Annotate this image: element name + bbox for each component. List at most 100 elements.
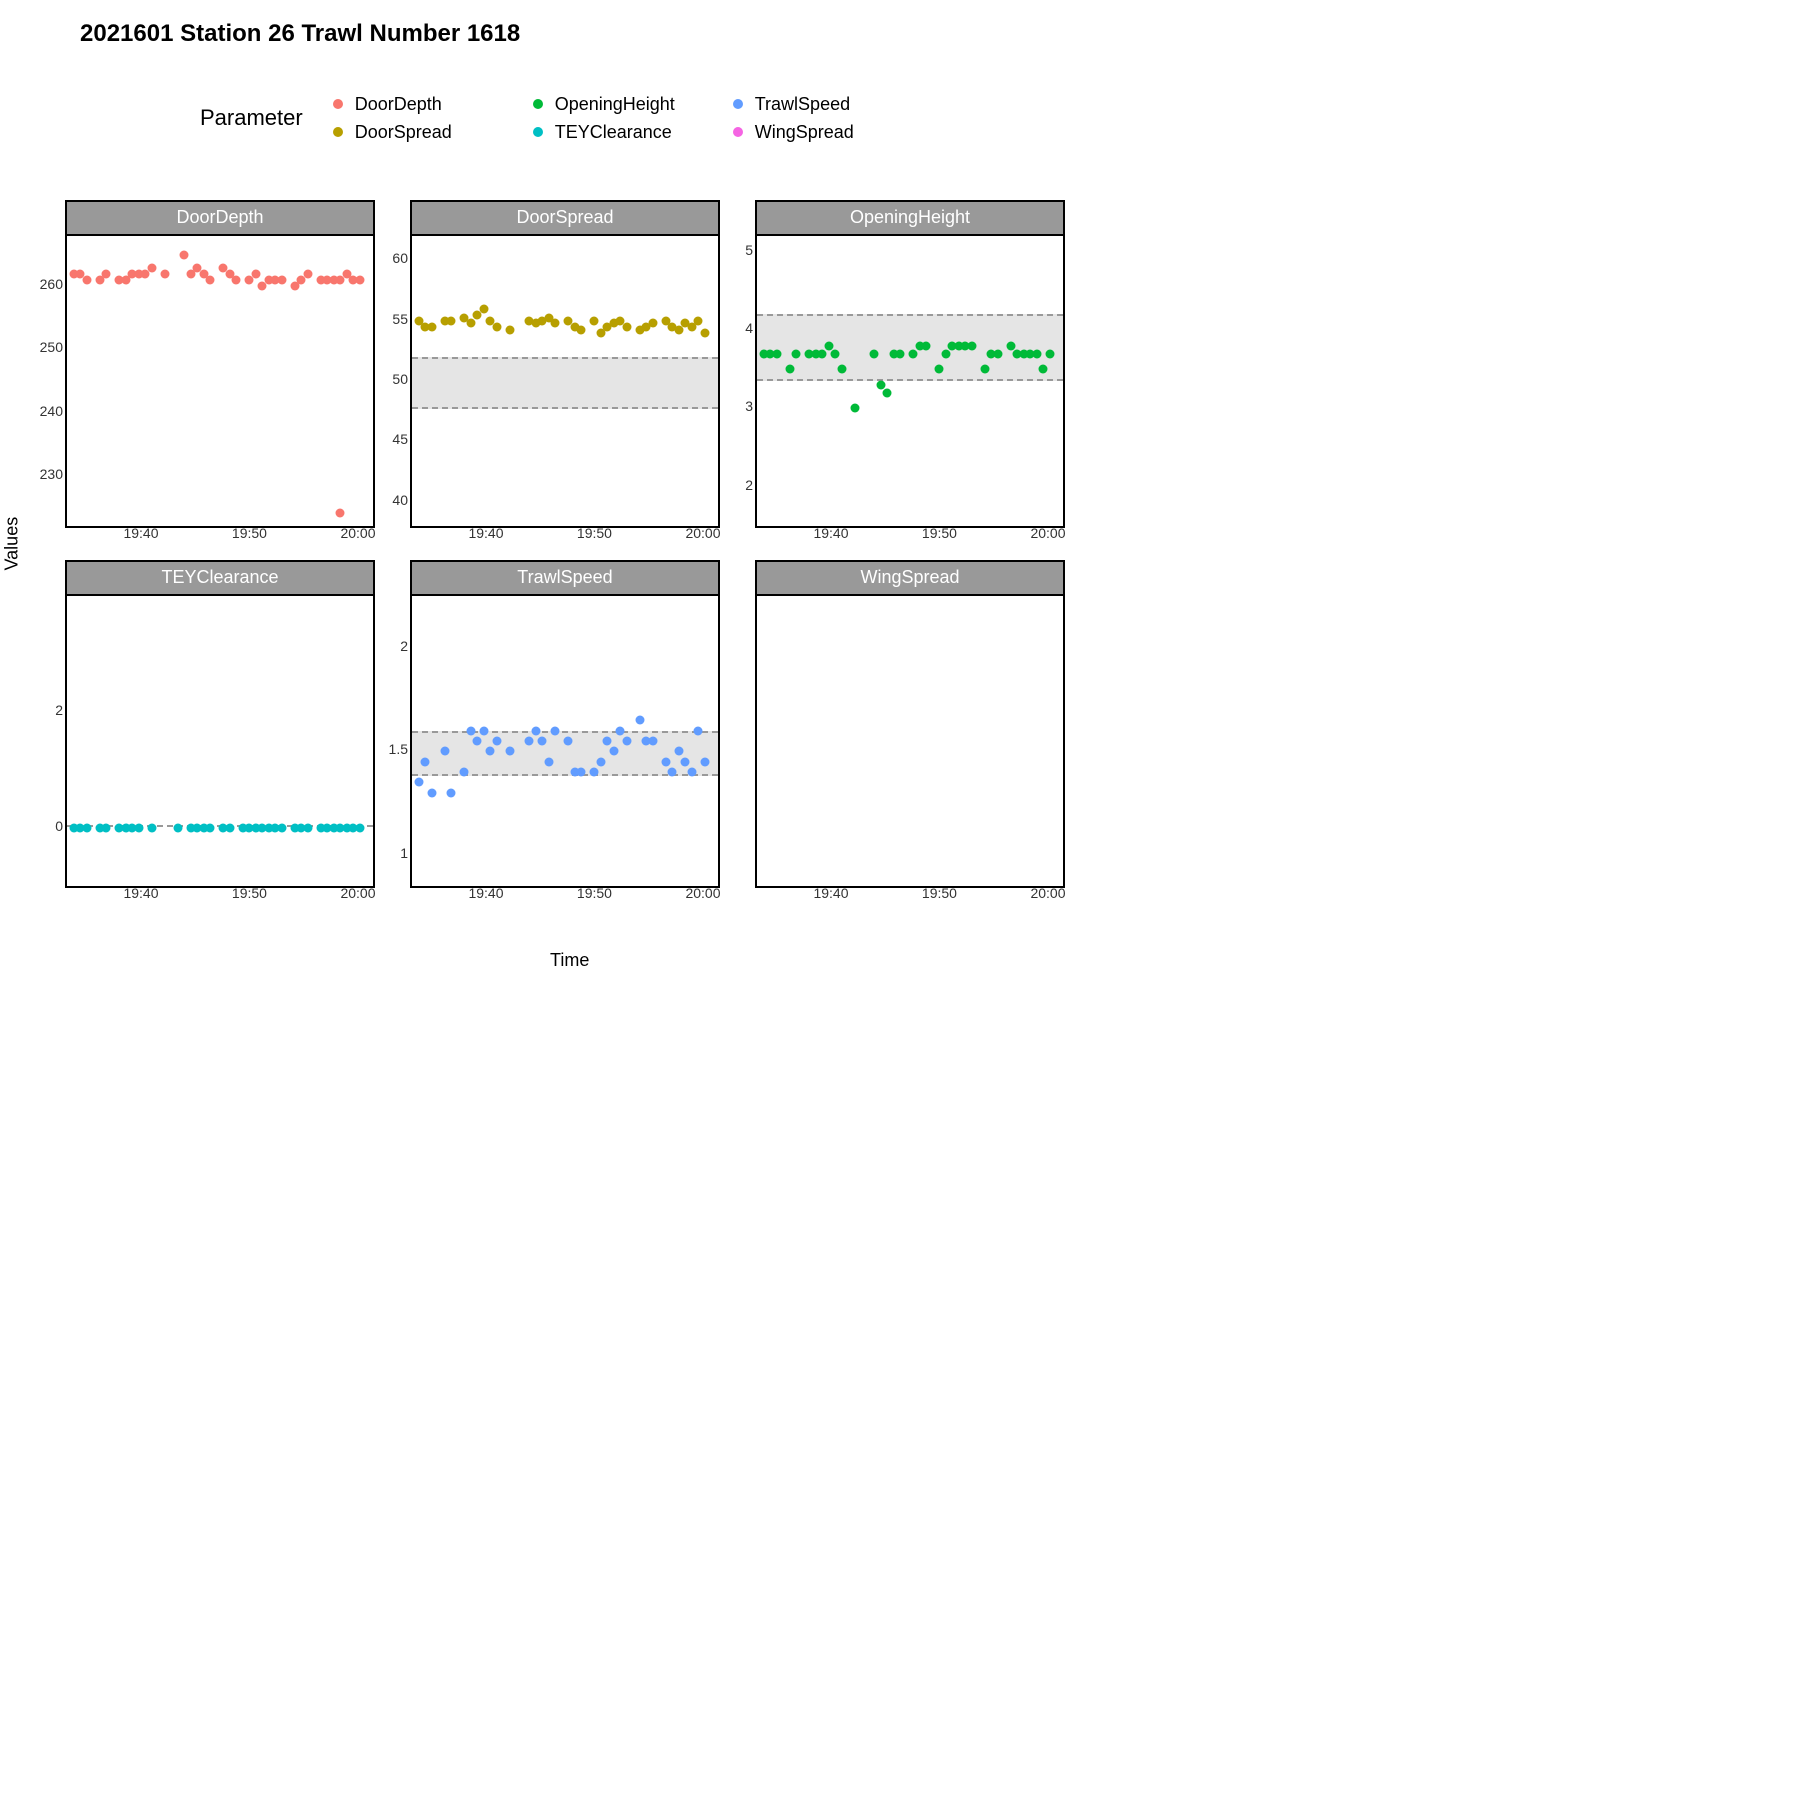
facet-panel: DoorDepth23024025026019:4019:5020:00: [65, 200, 375, 540]
y-tick-label: 2: [745, 477, 753, 493]
x-axis: 19:4019:5020:00: [65, 525, 375, 545]
data-point: [82, 824, 91, 833]
data-point: [277, 824, 286, 833]
x-tick-label: 19:50: [922, 885, 957, 901]
data-point: [180, 250, 189, 259]
legend-dot-icon: [333, 127, 343, 137]
data-point: [850, 404, 859, 413]
data-point: [147, 263, 156, 272]
y-tick-label: 55: [392, 311, 408, 327]
legend-dot-icon: [333, 99, 343, 109]
y-tick-label: 2: [400, 638, 408, 654]
x-tick-label: 19:40: [813, 525, 848, 541]
x-tick-label: 19:40: [468, 525, 503, 541]
data-point: [447, 316, 456, 325]
data-point: [505, 747, 514, 756]
data-point: [492, 737, 501, 746]
panel-plot-area: [755, 234, 1065, 528]
x-tick-label: 20:00: [340, 885, 375, 901]
x-tick-label: 19:40: [468, 885, 503, 901]
data-point: [355, 824, 364, 833]
data-point: [277, 276, 286, 285]
facet-strip-label: TEYClearance: [65, 560, 375, 594]
data-point: [206, 276, 215, 285]
data-point: [473, 737, 482, 746]
x-tick-label: 20:00: [685, 885, 720, 901]
y-tick-label: 240: [40, 403, 63, 419]
legend-dot-icon: [533, 127, 543, 137]
data-point: [818, 349, 827, 358]
data-point: [792, 349, 801, 358]
facet-panel: TrawlSpeed11.5219:4019:5020:00: [410, 560, 720, 900]
y-axis: 230240250260: [27, 234, 63, 524]
data-point: [427, 322, 436, 331]
data-point: [551, 319, 560, 328]
legend-dot-icon: [533, 99, 543, 109]
data-point: [544, 757, 553, 766]
data-point: [447, 788, 456, 797]
data-point: [414, 778, 423, 787]
facet-strip-label: DoorSpread: [410, 200, 720, 234]
data-point: [681, 757, 690, 766]
data-point: [505, 326, 514, 335]
legend-item: OpeningHeight: [533, 90, 713, 118]
facet-strip-label: TrawlSpeed: [410, 560, 720, 594]
data-point: [993, 349, 1002, 358]
y-axis: 4045505560: [372, 234, 408, 524]
panel-plot-area: [65, 234, 375, 528]
data-point: [941, 349, 950, 358]
data-point: [590, 316, 599, 325]
x-axis: 19:40 19:50 20:00: [755, 525, 1065, 545]
legend-item: DoorDepth: [333, 90, 513, 118]
data-point: [980, 365, 989, 374]
y-tick-label: 230: [40, 466, 63, 482]
data-point: [622, 322, 631, 331]
data-point: [303, 269, 312, 278]
y-tick-label: 4: [745, 320, 753, 336]
data-point: [225, 824, 234, 833]
data-point: [492, 322, 501, 331]
figure-container: 2021601 Station 26 Trawl Number 1618 Par…: [0, 0, 1000, 1000]
data-point: [831, 349, 840, 358]
x-tick-label: 20:00: [1030, 885, 1065, 901]
data-point: [1045, 349, 1054, 358]
x-axis: 19:4019:5020:00: [410, 525, 720, 545]
y-axis: 11.52: [372, 594, 408, 884]
x-tick-label: 19:50: [922, 525, 957, 541]
x-tick-label: 19:40: [813, 885, 848, 901]
y-axis-label: Values: [2, 517, 23, 571]
x-axis: 19:40 19:50 20:00: [755, 885, 1065, 905]
legend-item-label: WingSpread: [755, 122, 854, 143]
data-point: [525, 737, 534, 746]
data-point: [538, 737, 547, 746]
data-point: [661, 757, 670, 766]
data-point: [479, 726, 488, 735]
data-point: [596, 757, 605, 766]
data-point: [421, 757, 430, 766]
data-point: [82, 276, 91, 285]
data-point: [694, 726, 703, 735]
data-point: [590, 768, 599, 777]
x-axis: 19:4019:5020:00: [410, 885, 720, 905]
y-tick-label: 2: [55, 702, 63, 718]
data-point: [355, 276, 364, 285]
facet-panel: OpeningHeight234519:4019:5020:00: [755, 200, 1065, 540]
x-axis: 19:4019:5020:00: [65, 885, 375, 905]
data-point: [1039, 365, 1048, 374]
y-tick-label: 250: [40, 339, 63, 355]
data-point: [303, 824, 312, 833]
data-point: [694, 316, 703, 325]
data-point: [147, 824, 156, 833]
data-point: [648, 737, 657, 746]
x-tick-label: 19:40: [123, 885, 158, 901]
data-point: [466, 319, 475, 328]
legend: Parameter DoorDepthOpeningHeightTrawlSpe…: [200, 90, 913, 146]
facet-panel: DoorSpread404550556019:4019:5020:00: [410, 200, 720, 540]
data-point: [577, 768, 586, 777]
y-tick-label: 1: [400, 845, 408, 861]
data-point: [577, 326, 586, 335]
x-tick-label: 20:00: [1030, 525, 1065, 541]
data-point: [622, 737, 631, 746]
facet-strip-label: WingSpread: [755, 560, 1065, 594]
legend-dot-icon: [733, 127, 743, 137]
